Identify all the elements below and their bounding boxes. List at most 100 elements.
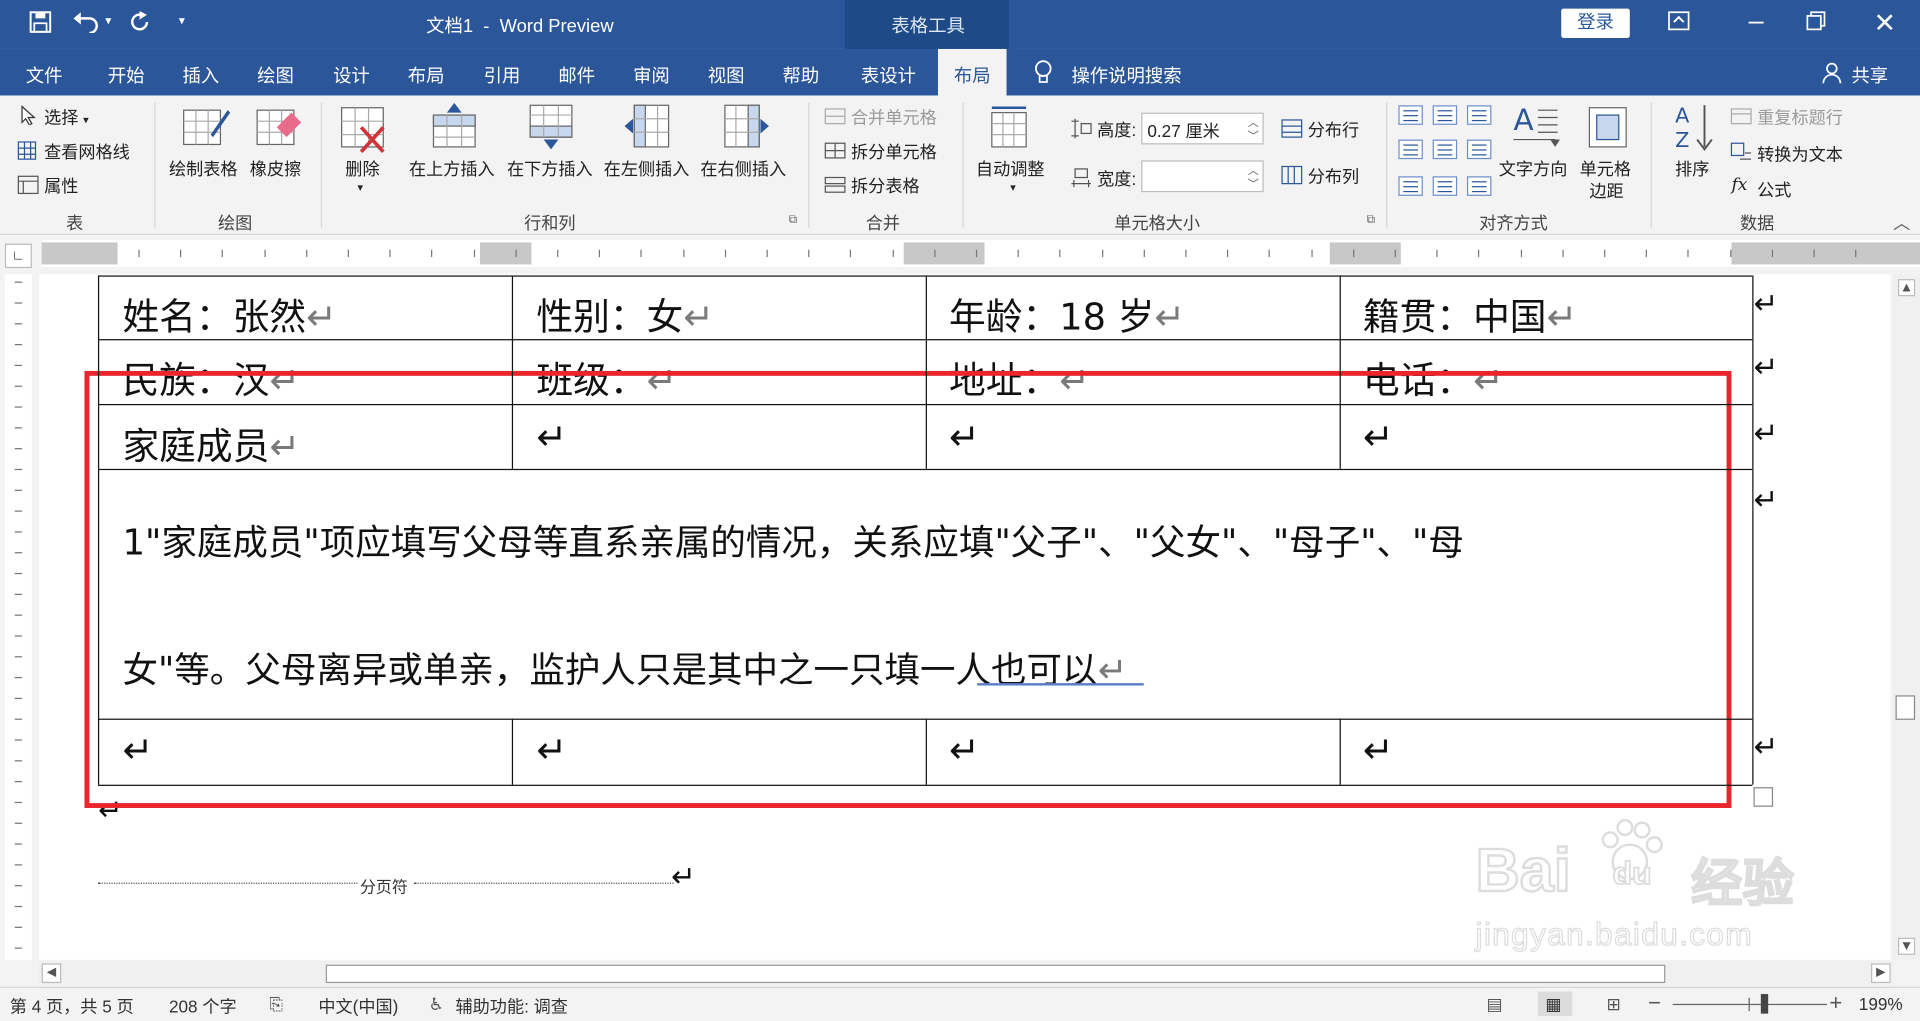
cell-alignment-icon[interactable] (1432, 176, 1458, 196)
tab-insert[interactable]: 插入 (182, 62, 219, 88)
height-input[interactable]: 0.27 厘米 ︿ ﹀ (1141, 112, 1264, 145)
web-layout-icon[interactable]: ⊞ (1607, 994, 1621, 1015)
share-button[interactable]: 共享 (1851, 62, 1888, 88)
vertical-ruler[interactable] (4, 274, 32, 960)
cell-margins-button[interactable]: 单元格 (1580, 157, 1631, 181)
ruler-mark (14, 801, 23, 804)
distribute-cols-button[interactable]: 分布列 (1308, 164, 1359, 188)
vertical-scrollbar[interactable] (1893, 274, 1920, 960)
insert-left-button[interactable]: 在左侧插入 (604, 157, 690, 181)
login-button[interactable]: 登录 (1561, 8, 1630, 38)
ruler-mark (1813, 249, 1815, 258)
language-indicator[interactable]: 中文(中国) (318, 994, 398, 1018)
draw-table-button[interactable]: 绘制表格 (169, 157, 238, 181)
distribute-rows-button[interactable]: 分布行 (1308, 118, 1359, 142)
undo-icon[interactable] (73, 11, 100, 39)
table-resize-handle[interactable] (1753, 787, 1774, 807)
ruler-mark (263, 249, 266, 258)
scroll-right-icon[interactable]: ▶ (1871, 963, 1891, 984)
cell-gender[interactable]: 性别：女↵ (536, 286, 714, 340)
scroll-down-icon[interactable]: ▼ (1897, 937, 1916, 955)
cell-alignment-icon[interactable] (1432, 105, 1458, 125)
sort-button[interactable]: 排序 (1675, 157, 1709, 181)
tab-file[interactable]: 文件 (26, 62, 63, 88)
word-count[interactable]: 208 个字 (169, 994, 237, 1018)
table-border (97, 468, 1753, 471)
close-icon[interactable]: ✕ (1873, 7, 1896, 39)
customize-toolbar-icon[interactable]: ▾ (179, 15, 185, 28)
ribbon-display-icon[interactable] (1668, 11, 1690, 37)
delete-button[interactable]: 删除 (345, 157, 379, 181)
split-cells-button[interactable]: 拆分单元格 (851, 140, 937, 164)
insert-right-button[interactable]: 在右侧插入 (700, 157, 786, 181)
insert-above-button[interactable]: 在上方插入 (409, 157, 495, 181)
tab-layout[interactable]: 布局 (408, 62, 445, 88)
redo-icon[interactable] (130, 11, 152, 39)
zoom-level[interactable]: 199% (1859, 994, 1903, 1014)
scroll-up-icon[interactable]: ▲ (1897, 279, 1916, 297)
view-gridlines-button[interactable]: 查看网格线 (44, 140, 130, 164)
ruler-mark (1562, 249, 1564, 258)
tab-references[interactable]: 引用 (484, 62, 521, 88)
tab-draw[interactable]: 绘图 (257, 62, 294, 88)
cell-hometown[interactable]: 籍贯：中国↵ (1363, 286, 1577, 340)
baidu-jingyan-watermark: Bai du 经验 jingyan.baidu.com (1474, 810, 1843, 957)
formula-button[interactable]: 公式 (1757, 178, 1791, 202)
minimize-icon[interactable]: – (1749, 5, 1764, 37)
page-break-label: 分页符 (360, 877, 408, 897)
tab-design[interactable]: 设计 (333, 62, 370, 88)
properties-button[interactable]: 属性 (44, 174, 78, 198)
tab-help[interactable]: 帮助 (782, 62, 819, 88)
save-icon[interactable] (29, 11, 52, 39)
cell-alignment-icon[interactable] (1398, 139, 1423, 160)
read-mode-icon[interactable]: ▤ (1487, 994, 1503, 1015)
autofit-dropdown-icon[interactable]: ▾ (1010, 181, 1016, 194)
vertical-scroll-thumb[interactable] (1895, 695, 1916, 720)
cell-size-launcher-icon[interactable]: ⧉ (1367, 213, 1376, 226)
tab-mailings[interactable]: 邮件 (558, 62, 595, 88)
accessibility-status[interactable]: 辅助功能: 调查 (456, 994, 568, 1018)
select-button[interactable]: 选择 ▾ (44, 105, 89, 129)
delete-dropdown-icon[interactable]: ▾ (358, 181, 364, 194)
zoom-slider-thumb[interactable] (1760, 994, 1769, 1014)
rows-cols-launcher-icon[interactable]: ⧉ (789, 213, 798, 226)
merge-cells-button[interactable]: 合并单元格 (851, 105, 937, 129)
zoom-in-icon[interactable]: + (1829, 990, 1842, 1016)
collapse-ribbon-icon[interactable]: ︿ (1893, 211, 1910, 235)
width-spin-down-icon[interactable]: ﹀ (1248, 175, 1259, 191)
tab-table-layout[interactable]: 布局 (937, 48, 1007, 96)
ruler-mark (14, 385, 23, 387)
cell-alignment-icon[interactable] (1466, 105, 1492, 125)
tab-table-design[interactable]: 表设计 (861, 62, 916, 88)
repeat-header-button[interactable]: 重复标题行 (1757, 105, 1843, 129)
convert-to-text-button[interactable]: 转换为文本 (1757, 142, 1843, 166)
cell-alignment-icon[interactable] (1466, 176, 1492, 196)
page-count[interactable]: 第 4 页，共 5 页 (10, 994, 134, 1018)
cell-alignment-icon[interactable] (1466, 139, 1492, 160)
text-direction-button[interactable]: 文字方向 (1499, 157, 1568, 181)
eraser-button[interactable]: 橡皮擦 (250, 157, 301, 181)
autofit-button[interactable]: 自动调整 (976, 157, 1045, 181)
horizontal-scroll-thumb[interactable] (325, 964, 1666, 984)
undo-dropdown-icon[interactable]: ▾ (105, 15, 111, 28)
tab-selector[interactable]: ∟ (4, 243, 32, 269)
split-table-button[interactable]: 拆分表格 (851, 174, 920, 198)
tell-me-search[interactable]: 操作说明搜索 (1071, 62, 1181, 88)
insert-below-button[interactable]: 在下方插入 (507, 157, 593, 181)
tab-review[interactable]: 审阅 (633, 62, 670, 88)
scroll-left-icon[interactable]: ◀ (41, 963, 62, 984)
svg-text:Z: Z (1675, 128, 1689, 152)
restore-icon[interactable] (1806, 11, 1826, 37)
proofing-icon[interactable]: ⎘ (269, 994, 283, 1015)
zoom-out-icon[interactable]: − (1648, 990, 1661, 1016)
horizontal-ruler[interactable] (41, 239, 1920, 267)
cell-alignment-icon[interactable] (1432, 139, 1458, 160)
cell-age[interactable]: 年龄：18 岁↵ (949, 286, 1185, 340)
width-input[interactable]: ︿ ﹀ (1141, 160, 1264, 193)
cell-alignment-icon[interactable] (1398, 105, 1423, 125)
cell-name[interactable]: 姓名：张然↵ (122, 286, 336, 340)
cell-alignment-icon[interactable] (1398, 176, 1423, 196)
tab-home[interactable]: 开始 (108, 62, 145, 88)
height-spin-down-icon[interactable]: ﹀ (1248, 127, 1259, 143)
tab-view[interactable]: 视图 (708, 62, 745, 88)
